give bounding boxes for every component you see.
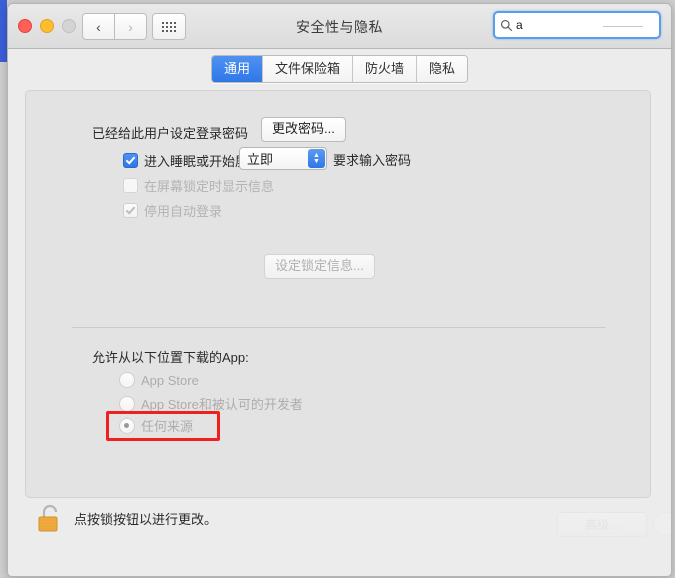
download-sources-heading: 允许从以下位置下载的App: xyxy=(92,350,249,365)
disable-auto-login-checkbox xyxy=(123,203,138,218)
tab-general[interactable]: 通用 xyxy=(211,55,262,82)
change-password-button[interactable]: 更改密码... xyxy=(261,117,346,142)
password-delay-select[interactable]: 立即 ▲ ▼ xyxy=(239,147,327,170)
tab-firewall[interactable]: 防火墙 xyxy=(352,55,417,82)
search-icon xyxy=(500,19,513,31)
tab-privacy[interactable]: 隐私 xyxy=(416,55,468,82)
tab-group: 通用 文件保险箱 防火墙 隐私 xyxy=(210,54,469,83)
window-titlebar: ‹ › 安全性与隐私 a xyxy=(8,4,671,49)
tab-filevault[interactable]: 文件保险箱 xyxy=(261,55,352,82)
set-lock-message-button: 设定锁定信息... xyxy=(264,254,375,279)
lock-hint-text: 点按锁按钮以进行更改。 xyxy=(74,511,218,527)
app-store-label: App Store xyxy=(141,372,199,388)
password-status-label: 已经给此用户设定登录密码 xyxy=(92,126,249,141)
require-password-checkbox[interactable] xyxy=(123,153,138,168)
desktop-accent-strip xyxy=(0,0,7,62)
password-delay-value: 立即 xyxy=(247,152,274,167)
show-lock-message-label: 在屏幕锁定时显示信息 xyxy=(144,179,275,194)
chevron-updown-icon: ▲ ▼ xyxy=(308,149,325,168)
lock-row[interactable]: 点按锁按钮以进行更改。 xyxy=(37,503,217,533)
app-store-radio xyxy=(119,372,135,388)
advanced-button[interactable]: 高级... xyxy=(557,512,647,537)
search-field[interactable]: ✕ xyxy=(493,11,671,39)
show-lock-message-checkbox xyxy=(123,178,138,193)
open-lock-icon[interactable] xyxy=(37,503,63,533)
section-divider xyxy=(72,327,606,328)
show-lock-message-row: 在屏幕锁定时显示信息 xyxy=(123,176,274,195)
general-settings-panel: 已经给此用户设定登录密码 更改密码... 进入睡眠或开始屏幕保护程序 立即 ▲ ▼… xyxy=(25,90,651,498)
anywhere-label: 任何来源 xyxy=(141,419,194,434)
security-privacy-window: ‹ › 安全性与隐私 a 通用 文件保险箱 防火墙 隐私 已经给此用户设定登录密… xyxy=(7,3,672,577)
app-store-identified-radio xyxy=(119,395,135,412)
help-button[interactable] xyxy=(653,512,671,536)
anywhere-radio xyxy=(119,417,135,434)
require-password-label-after: 要求输入密码 xyxy=(333,153,412,168)
search-hint-line xyxy=(603,26,643,27)
disable-auto-login-label: 停用自动登录 xyxy=(144,204,223,219)
radio-row-app-store-identified: App Store和被认可的开发者 xyxy=(119,394,303,413)
screen: ‹ › 安全性与隐私 a 通用 文件保险箱 防火墙 隐私 已经给此用户设定登录密… xyxy=(0,0,675,578)
search-input[interactable] xyxy=(513,13,671,37)
app-store-identified-label: App Store和被认可的开发者 xyxy=(141,397,303,412)
radio-row-app-store: App Store xyxy=(119,372,199,388)
radio-row-anywhere: 任何来源 xyxy=(119,416,193,435)
disable-auto-login-row: 停用自动登录 xyxy=(123,201,222,220)
tab-bar: 通用 文件保险箱 防火墙 隐私 xyxy=(8,49,671,88)
